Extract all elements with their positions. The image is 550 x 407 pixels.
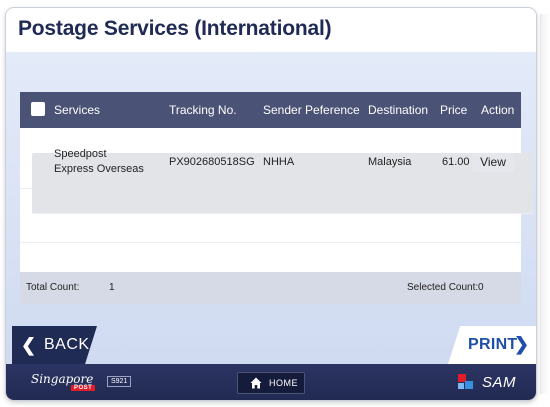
service-name-line2: Express Overseas xyxy=(54,163,144,175)
view-button[interactable]: View xyxy=(472,153,514,172)
logo-post-text: POST xyxy=(71,385,96,391)
print-button[interactable]: PRINT ❯ xyxy=(448,326,536,364)
page-title: Postage Services (International) xyxy=(18,17,332,40)
selected-count-label: Selected Count: xyxy=(407,282,479,293)
column-header-services: Services xyxy=(54,103,101,117)
back-button[interactable]: ❮ BACK xyxy=(12,326,97,364)
table-body: Speedpost Express Overseas PX902680518SG… xyxy=(20,128,533,272)
table-footer: Total Count: 1 Selected Count: 0 xyxy=(20,272,521,304)
kiosk-footer: Singapore POST S921 HOME SAM xyxy=(6,364,536,400)
price: 61.00 xyxy=(442,156,470,168)
total-count-label: Total Count: xyxy=(26,282,80,293)
tracking-number: PX902680518SG xyxy=(169,156,255,168)
service-name: Speedpost Express Overseas xyxy=(54,147,164,177)
adjacent-screen-edge xyxy=(540,14,549,394)
column-header-action: Action xyxy=(481,103,515,117)
column-header-tracking: Tracking No. xyxy=(169,103,237,117)
service-name-line1: Speedpost xyxy=(54,148,107,160)
kiosk-id: S921 xyxy=(107,376,132,387)
home-icon xyxy=(250,377,262,389)
column-header-price: Price xyxy=(440,103,468,117)
table-header: Services Tracking No. Sender Peference D… xyxy=(20,92,521,128)
select-all-checkbox[interactable] xyxy=(31,102,45,116)
column-header-sender: Sender Peference xyxy=(263,103,360,117)
print-button-label: PRINT xyxy=(468,336,518,353)
home-button[interactable]: HOME xyxy=(237,372,305,394)
selected-count-value: 0 xyxy=(478,282,484,293)
singapore-post-logo: Singapore POST xyxy=(31,372,101,392)
logo-script-text: Singapore xyxy=(31,372,94,386)
sender-reference: NHHA xyxy=(263,156,295,168)
chevron-left-icon: ❮ xyxy=(21,335,37,355)
destination: Malaysia xyxy=(368,156,412,168)
total-count-value: 1 xyxy=(109,282,115,293)
chevron-right-icon: ❯ xyxy=(514,334,530,354)
home-button-label: HOME xyxy=(269,378,298,388)
kiosk-screen: Postage Services (International) Service… xyxy=(6,8,536,400)
empty-row xyxy=(20,189,521,243)
page-header: Postage Services (International) xyxy=(6,8,536,52)
back-button-label: BACK xyxy=(44,336,90,353)
column-header-destination: Destination xyxy=(368,103,429,117)
sam-mark-icon xyxy=(458,374,473,389)
sam-logo: SAM xyxy=(456,370,516,394)
table-row: Speedpost Express Overseas PX902680518SG… xyxy=(20,128,533,214)
sam-logo-text: SAM xyxy=(482,374,517,391)
